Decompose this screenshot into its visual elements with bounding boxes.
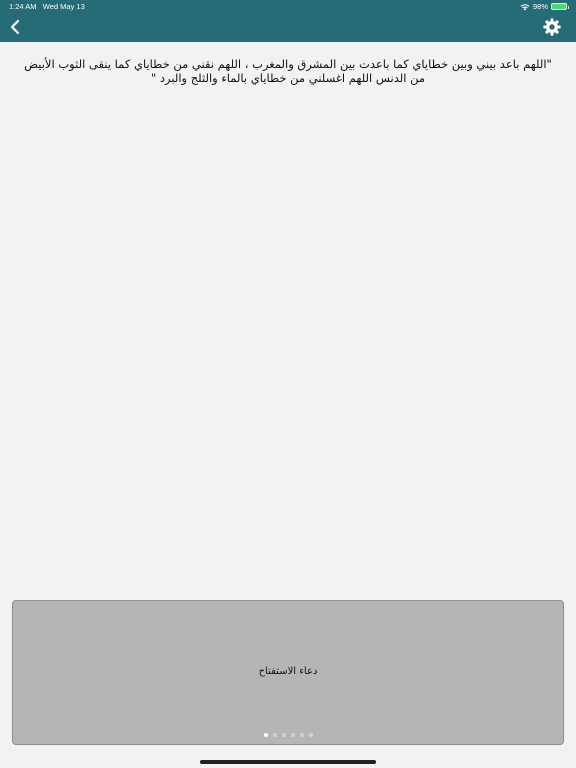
battery-percent: 98% [532,2,548,11]
gear-icon [543,18,561,36]
wifi-icon [520,3,530,10]
settings-button[interactable] [542,17,562,37]
dua-card[interactable]: دعاء الاستفتاح [12,600,564,745]
navigation-bar [0,13,576,42]
status-date: Wed May 13 [42,2,85,11]
dua-text: "اللهم باعد بيني وبين خطاياي كما باعدت ب… [24,57,552,85]
chevron-left-icon [10,19,20,35]
battery-charging-icon [551,3,569,10]
page-dot[interactable] [281,733,286,737]
page-dot[interactable] [299,733,304,737]
page-indicator[interactable] [13,733,563,737]
back-button[interactable] [4,16,26,38]
page-dot[interactable] [308,733,313,737]
page-dot[interactable] [290,733,295,737]
status-bar: 1:24 AM Wed May 13 98% [0,0,576,13]
card-title: دعاء الاستفتاح [258,666,318,677]
home-indicator[interactable] [200,760,376,764]
status-time-date: 1:24 AM Wed May 13 [9,2,85,11]
page-dot-active[interactable] [263,733,268,737]
status-time: 1:24 AM [9,2,37,11]
status-indicators: 98% [520,2,569,11]
page-dot[interactable] [272,733,277,737]
